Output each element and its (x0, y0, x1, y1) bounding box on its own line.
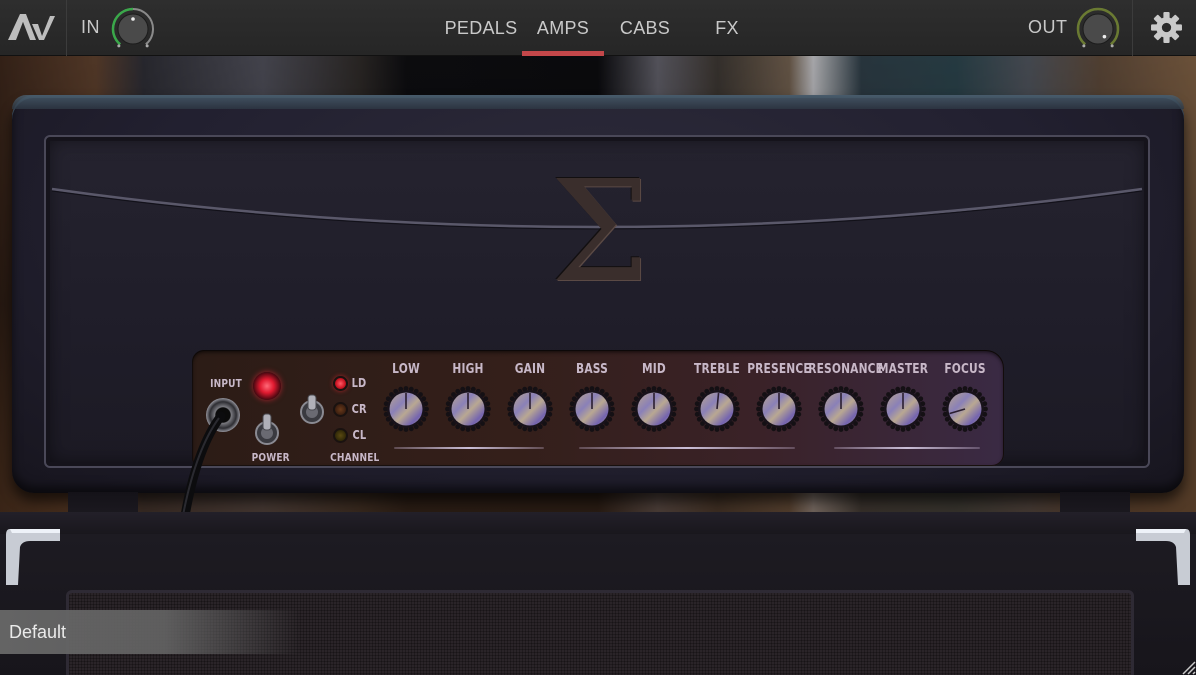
range-dot (1110, 44, 1114, 48)
tab-cabs[interactable]: CABS (604, 0, 686, 56)
tab-fx-label: FX (715, 17, 739, 38)
knob-high[interactable] (445, 386, 491, 432)
channel-label-cl: CL (352, 428, 367, 442)
gear-icon[interactable] (1150, 11, 1183, 44)
power-indicator-led (253, 372, 281, 400)
range-dot (145, 44, 149, 48)
knob-pointer (1102, 34, 1107, 39)
knob-label-resonance: RESONANCE (808, 362, 884, 377)
knob-label-bass: BASS (576, 362, 608, 377)
knob-label-focus: FOCUS (944, 362, 986, 377)
channel-led-cl (333, 428, 348, 443)
range-dot (117, 44, 121, 48)
preset-selector[interactable]: Default (0, 610, 300, 654)
knob-cap (1082, 13, 1114, 45)
amp-head-top-edge (12, 95, 1184, 109)
knob-low[interactable] (383, 386, 429, 432)
channel-label-ld: LD (351, 376, 367, 390)
output-level-knob[interactable] (1074, 5, 1122, 53)
range-dot (1082, 44, 1086, 48)
channel-led-cr (333, 402, 348, 417)
input-level-knob[interactable] (109, 5, 157, 53)
cabinet-top-edge (0, 512, 1196, 534)
channel-led-ld (333, 376, 348, 391)
knob-label-gain: GAIN (514, 362, 546, 377)
topbar-divider (66, 0, 67, 56)
cabinet-corner-right (1136, 529, 1190, 585)
knob-presence[interactable] (756, 386, 802, 432)
knob-label-low: LOW (392, 362, 420, 377)
knob-label-master: MASTER (877, 362, 929, 377)
knob-group-line (834, 447, 980, 449)
knob-group-line (394, 447, 544, 449)
power-toggle-switch[interactable] (254, 412, 280, 446)
preset-name: Default (9, 622, 67, 642)
app-logo-icon[interactable] (6, 10, 56, 44)
knob-mid[interactable] (631, 386, 677, 432)
channel-switch-label: CHANNEL (330, 451, 380, 464)
knob-master[interactable] (880, 386, 926, 432)
power-switch-label: POWER (251, 451, 290, 464)
knob-bass[interactable] (569, 386, 615, 432)
channel-toggle-switch[interactable] (299, 393, 325, 427)
knob-label-mid: MID (642, 362, 666, 377)
knob-pointer (131, 17, 135, 21)
main-nav: PEDALS AMPS CABS FX (440, 0, 768, 56)
knob-gain[interactable] (507, 386, 553, 432)
knob-group-line (579, 447, 795, 449)
input-jack-label: INPUT (210, 377, 242, 390)
tab-pedals-label: PEDALS (444, 17, 518, 38)
channel-label-cr: CR (351, 402, 367, 416)
topbar-divider (1132, 0, 1133, 56)
knob-focus[interactable] (942, 386, 988, 432)
tab-pedals[interactable]: PEDALS (440, 0, 522, 56)
tab-amps[interactable]: AMPS (522, 0, 604, 56)
tab-cabs-label: CABS (619, 17, 671, 38)
tab-fx[interactable]: FX (686, 0, 768, 56)
knob-label-treble: TREBLE (694, 362, 740, 377)
resize-grip-icon[interactable] (1178, 657, 1196, 675)
top-bar: IN PEDALS AMPS CABS FX OUT (0, 0, 1196, 56)
brand-logo-sigma: Σ (550, 151, 650, 314)
cabinet-corner-left (6, 529, 60, 585)
input-level-label: IN (81, 17, 100, 37)
knob-treble[interactable] (694, 386, 740, 432)
tab-amps-label: AMPS (536, 17, 590, 38)
knob-resonance[interactable] (818, 386, 864, 432)
knob-label-presence: PRESENCE (747, 362, 811, 377)
knob-label-high: HIGH (452, 362, 484, 377)
output-level-label: OUT (1028, 17, 1068, 37)
